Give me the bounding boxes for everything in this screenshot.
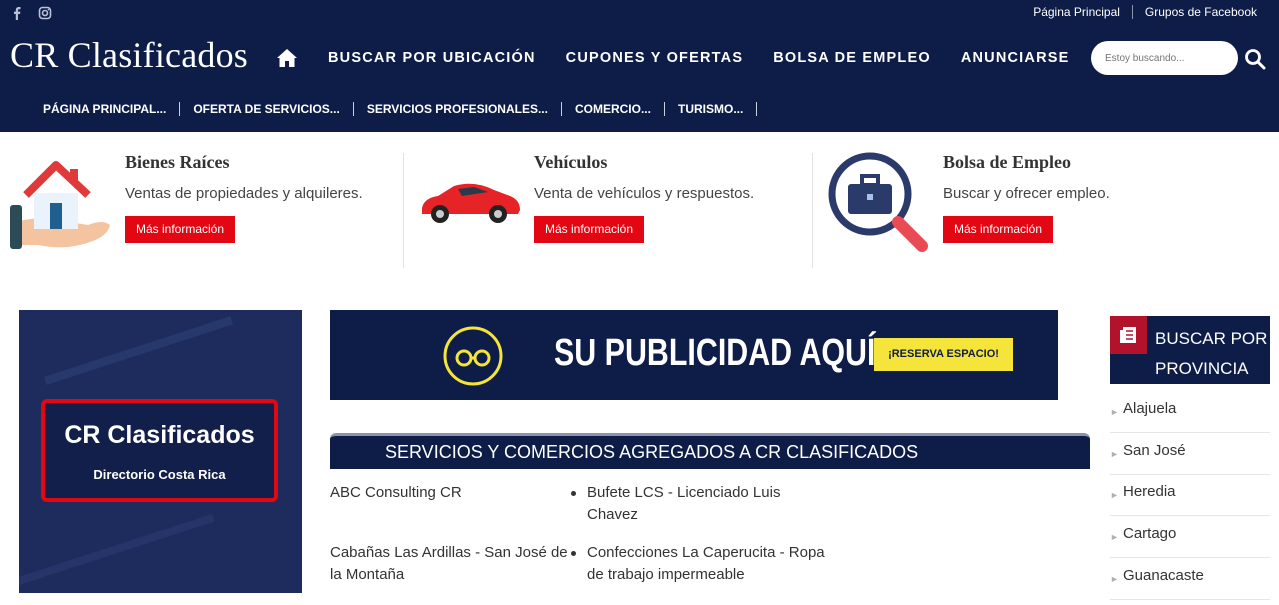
site-logo[interactable]: CR Clasificados	[10, 34, 248, 76]
province-item-heredia[interactable]: ► Heredia	[1110, 474, 1270, 516]
province-item-cartago[interactable]: ► Cartago	[1110, 516, 1270, 558]
red-car-icon	[422, 183, 520, 223]
nav-cupones-ofertas[interactable]: CUPONES Y OFERTAS	[566, 50, 744, 66]
province-heading-text: BUSCAR POR PROVINCIA	[1155, 324, 1267, 384]
service-link[interactable]: Cabañas Las Ardillas - San José de la Mo…	[330, 542, 568, 586]
province-name: Guanacaste	[1123, 567, 1204, 584]
site-header: Página Principal Grupos de Facebook CR C…	[0, 0, 1279, 132]
list-bullet	[571, 551, 576, 556]
feature-bienes-raices: Bienes Raíces Ventas de propiedades y al…	[8, 150, 398, 270]
subnav-servicios-profesionales[interactable]: SERVICIOS PROFESIONALES...	[354, 102, 561, 116]
feature-desc: Buscar y ofrecer empleo.	[943, 185, 1110, 202]
page: Página Principal Grupos de Facebook CR C…	[0, 0, 1279, 605]
house-in-hand-icon	[10, 161, 110, 249]
promo-subtitle: Directorio Costa Rica	[93, 467, 226, 482]
briefcase-magnifier-icon	[828, 152, 928, 252]
chevron-right-icon: ►	[1110, 490, 1119, 500]
top-link-home[interactable]: Página Principal	[1021, 5, 1132, 19]
divider	[756, 102, 758, 116]
service-link-text: Chavez	[587, 506, 638, 523]
subnav-pagina-principal[interactable]: PÁGINA PRINCIPAL...	[30, 102, 179, 116]
sub-nav: PÁGINA PRINCIPAL... OFERTA DE SERVICIOS.…	[30, 102, 758, 116]
newspaper-texture: ▬▬▬▬▬▬▬	[38, 310, 235, 391]
ad-banner[interactable]: SU PUBLICIDAD AQUÍ ¡RESERVA ESPACIO!	[330, 310, 1058, 400]
banner-headline: SU PUBLICIDAD AQUÍ	[554, 332, 876, 374]
province-item-alajuela[interactable]: ► Alajuela	[1110, 391, 1270, 433]
chevron-right-icon: ►	[1110, 449, 1119, 459]
mas-info-button[interactable]: Más información	[125, 216, 236, 243]
province-name: Alajuela	[1123, 400, 1177, 417]
province-name: San José	[1123, 442, 1186, 459]
province-item-san-jose[interactable]: ► San José	[1110, 433, 1270, 475]
feature-title: Bienes Raíces	[125, 152, 230, 172]
province-heading-line: PROVINCIA	[1155, 359, 1249, 378]
glasses-icon	[443, 326, 503, 386]
service-link-text: Confecciones La Caperucita - Ropa	[587, 544, 825, 561]
subnav-comercio[interactable]: COMERCIO...	[562, 102, 664, 116]
mas-info-button[interactable]: Más información	[943, 216, 1054, 243]
service-link-text: Bufete LCS - Licenciado Luis	[587, 484, 781, 501]
promo-image[interactable]: ▬▬▬▬▬▬▬ ▬▬▬▬▬▬▬▬ CR Clasificados Directo…	[19, 310, 302, 593]
service-link[interactable]: Bufete LCS - Licenciado Luis Chavez	[587, 482, 780, 526]
service-link-text: Cabañas Las Ardillas - San José de	[330, 544, 568, 561]
service-link[interactable]: Confecciones La Caperucita - Ropa de tra…	[587, 542, 825, 586]
province-name: Cartago	[1123, 525, 1177, 542]
service-link-text: ABC Consulting CR	[330, 484, 462, 501]
subnav-oferta-servicios[interactable]: OFERTA DE SERVICIOS...	[180, 102, 352, 116]
province-heading: BUSCAR POR PROVINCIA	[1110, 316, 1270, 384]
newspaper-texture: ▬▬▬▬▬▬▬▬	[19, 498, 217, 592]
social-links	[10, 6, 52, 20]
province-name: Heredia	[1123, 483, 1176, 500]
province-item-guanacaste[interactable]: ► Guanacaste	[1110, 558, 1270, 600]
top-links: Página Principal Grupos de Facebook	[1021, 5, 1269, 19]
nav-buscar-ubicacion[interactable]: BUSCAR POR UBICACIÓN	[328, 50, 536, 66]
service-link[interactable]: ABC Consulting CR	[330, 482, 462, 504]
feature-bolsa-empleo: Bolsa de Empleo Buscar y ofrecer empleo.…	[826, 150, 1266, 270]
services-heading: SERVICIOS Y COMERCIOS AGREGADOS A CR CLA…	[330, 433, 1090, 469]
feature-desc: Ventas de propiedades y alquileres.	[125, 185, 363, 202]
services-heading-text: SERVICIOS Y COMERCIOS AGREGADOS A CR CLA…	[385, 442, 919, 462]
chevron-right-icon: ►	[1110, 574, 1119, 584]
service-link-text: la Montaña	[330, 566, 405, 583]
top-link-facebook-groups[interactable]: Grupos de Facebook	[1133, 5, 1269, 19]
list-bullet	[571, 491, 576, 496]
feature-desc: Venta de vehículos y respuestos.	[534, 185, 755, 202]
chevron-right-icon: ►	[1110, 407, 1119, 417]
feature-vehiculos: Vehículos Venta de vehículos y respuesto…	[418, 150, 808, 270]
instagram-icon[interactable]	[38, 6, 52, 20]
document-icon	[1110, 316, 1147, 354]
mas-info-button[interactable]: Más información	[534, 216, 645, 243]
service-link-text: de trabajo impermeable	[587, 566, 745, 583]
divider	[812, 153, 813, 268]
feature-title: Vehículos	[534, 152, 608, 172]
search-input[interactable]	[1091, 41, 1238, 75]
main-nav: BUSCAR POR UBICACIÓN CUPONES Y OFERTAS B…	[328, 50, 1100, 66]
feature-title: Bolsa de Empleo	[943, 152, 1072, 172]
nav-bolsa-empleo[interactable]: BOLSA DE EMPLEO	[773, 50, 931, 66]
reserva-espacio-button[interactable]: ¡RESERVA ESPACIO!	[874, 338, 1013, 371]
facebook-icon[interactable]	[10, 6, 24, 20]
nav-anunciarse[interactable]: ANUNCIARSE	[961, 50, 1070, 66]
subnav-turismo[interactable]: TURISMO...	[665, 102, 756, 116]
promo-logo: CR Clasificados Directorio Costa Rica	[41, 399, 278, 502]
promo-title: CR Clasificados	[64, 421, 255, 449]
divider	[403, 153, 404, 268]
chevron-right-icon: ►	[1110, 532, 1119, 542]
home-icon[interactable]	[276, 47, 298, 69]
province-heading-line: BUSCAR POR	[1155, 329, 1268, 348]
search-icon[interactable]	[1244, 48, 1266, 70]
